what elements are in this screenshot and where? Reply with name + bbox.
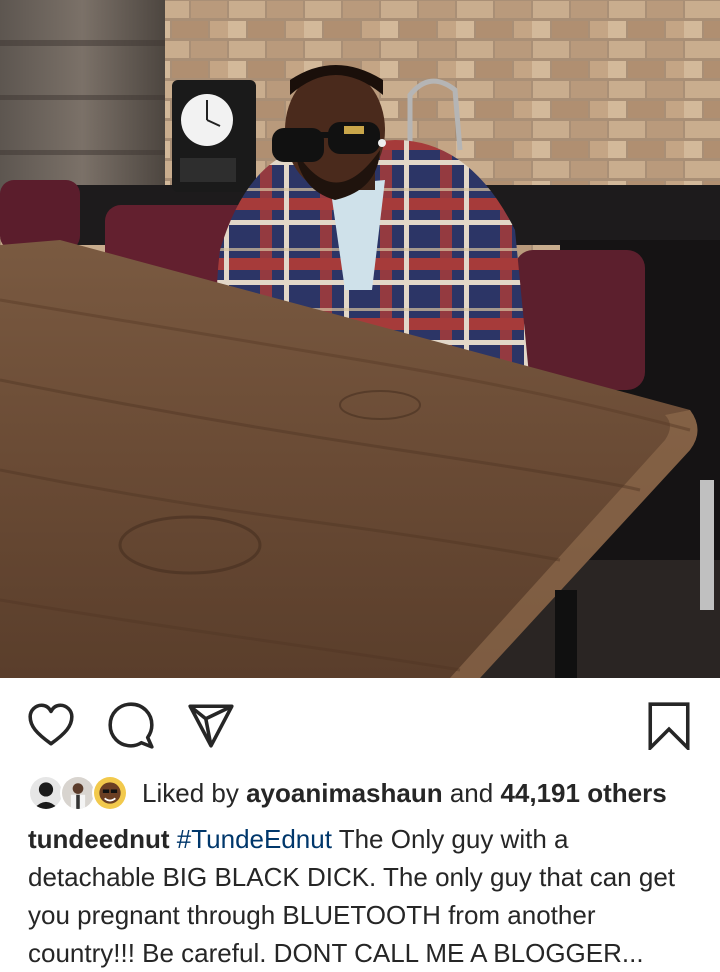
post-caption: tundeednut #TundeEdnut The Only guy with…	[28, 820, 698, 972]
liker-username[interactable]: ayoanimashaun	[246, 778, 443, 808]
avatar[interactable]	[92, 775, 128, 811]
post-action-bar	[0, 678, 720, 770]
likes-connector: and	[449, 777, 494, 808]
likes-count[interactable]: 44,191 others	[500, 778, 666, 808]
comment-icon[interactable]	[106, 700, 156, 750]
bookmark-icon[interactable]	[644, 700, 694, 750]
post-photo[interactable]	[0, 0, 720, 678]
instagram-post: Liked by ayoanimashaun and 44,191 others…	[0, 0, 720, 972]
likes-prefix: Liked by	[142, 777, 239, 808]
avatar[interactable]	[60, 775, 96, 811]
caption-username[interactable]: tundeednut	[28, 824, 170, 854]
heart-icon[interactable]	[26, 700, 76, 750]
likes-summary[interactable]: Liked by ayoanimashaun and 44,191 others	[142, 778, 667, 809]
liker-avatars[interactable]	[28, 773, 130, 813]
avatar[interactable]	[28, 775, 64, 811]
likes-row: Liked by ayoanimashaun and 44,191 others	[28, 772, 667, 814]
paper-plane-icon[interactable]	[186, 700, 236, 750]
caption-hashtag[interactable]: #TundeEdnut	[177, 824, 332, 854]
